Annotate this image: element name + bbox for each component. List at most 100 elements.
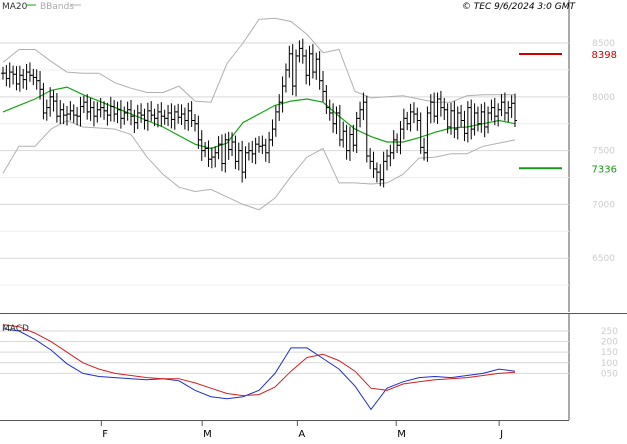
price-bar — [166, 104, 171, 127]
price-bar — [250, 140, 255, 163]
price-bar — [219, 134, 224, 172]
price-gridlines — [0, 42, 569, 286]
x-tick-label: M — [397, 429, 406, 440]
price-bar — [216, 136, 221, 160]
price-bar — [381, 151, 386, 188]
price-bar — [4, 65, 9, 87]
price-bar — [509, 95, 514, 118]
price-bar — [27, 62, 32, 82]
x-axis-labels: FMAMJ — [100, 420, 503, 440]
price-bar — [65, 105, 69, 126]
price-bar — [196, 115, 201, 149]
price-bar — [344, 124, 349, 160]
price-bar — [162, 109, 167, 125]
price-bar — [283, 63, 288, 93]
price-bars-layer — [1, 38, 517, 188]
price-bar — [398, 121, 403, 155]
macd-y-tick-label: 100 — [601, 359, 618, 369]
price-bar — [310, 44, 315, 79]
support-level-label: 7336 — [592, 164, 617, 175]
price-bar — [108, 96, 113, 122]
macd-y-tick-label: 050 — [601, 369, 618, 379]
price-bar — [479, 103, 484, 133]
price-bar — [364, 95, 369, 163]
x-tick-label: F — [102, 429, 108, 440]
macd-gridlines — [0, 330, 569, 374]
resistance-level-label: 8398 — [592, 50, 617, 61]
price-bar — [496, 103, 501, 127]
price-bar — [7, 62, 12, 88]
price-bar — [246, 142, 251, 161]
bbands-lower-line — [2, 119, 516, 211]
price-bar — [442, 97, 447, 121]
legend-bbands: BBands — [40, 2, 74, 12]
macd-y-tick-label: 150 — [601, 348, 618, 358]
price-bar — [489, 99, 494, 121]
price-bar — [223, 133, 228, 173]
price-bar — [189, 101, 194, 127]
price-bar — [240, 140, 245, 183]
price-bar — [243, 146, 248, 179]
price-bar — [118, 100, 123, 129]
price-bar — [472, 103, 477, 136]
price-bar — [371, 151, 376, 178]
y-axis-labels: 8500 8000 7500 7000 6500 250200150100050 — [592, 39, 618, 379]
price-bar — [391, 130, 396, 160]
price-bar — [115, 101, 120, 124]
price-bar — [486, 106, 491, 134]
price-bar — [91, 101, 96, 127]
price-bar — [475, 106, 480, 132]
price-bar — [482, 102, 487, 138]
source-stamp: © TEC 9/6/2024 3:0 GMT — [462, 2, 577, 12]
price-bar — [405, 111, 410, 131]
price-bar — [11, 65, 16, 85]
price-bar — [452, 101, 457, 139]
price-bar — [58, 100, 63, 124]
x-tick-label: J — [499, 429, 503, 440]
price-bar — [169, 103, 174, 129]
price-bar — [81, 95, 86, 113]
price-y-tick-label: 8500 — [592, 39, 615, 49]
price-bar — [213, 146, 218, 168]
macd-line — [2, 328, 516, 411]
price-bar — [304, 49, 309, 85]
macd-lines-layer — [2, 324, 516, 411]
macd-title: MACD — [2, 324, 29, 334]
price-y-tick-label: 7000 — [592, 200, 615, 210]
price-bar — [122, 106, 127, 125]
price-bar — [331, 103, 336, 133]
price-bar — [438, 90, 443, 117]
price-bar — [24, 64, 29, 90]
macd-signal-line — [2, 324, 516, 397]
chart-svg: 8398 7336 8500 8000 7500 7000 6500 25020015010… — [0, 0, 627, 440]
price-bar — [341, 121, 346, 148]
price-bar — [462, 110, 467, 142]
price-bar — [334, 106, 339, 135]
price-bar — [54, 93, 59, 123]
price-bar — [230, 132, 235, 156]
price-bar — [132, 109, 137, 133]
price-bar — [129, 100, 133, 126]
price-bar — [226, 131, 231, 160]
price-bar — [287, 45, 292, 78]
price-bar — [149, 101, 154, 122]
price-bar — [280, 76, 285, 113]
price-bar — [112, 100, 117, 122]
price-bar — [385, 149, 389, 171]
bbands-upper-line — [2, 17, 515, 103]
price-y-tick-label: 8000 — [592, 93, 615, 103]
price-bar — [105, 102, 110, 126]
price-bar — [159, 102, 164, 127]
price-bar — [428, 94, 433, 124]
price-bar — [415, 107, 420, 131]
x-tick-label: A — [298, 429, 305, 440]
price-bar — [78, 96, 83, 127]
price-bar — [203, 142, 208, 158]
price-bar — [139, 103, 144, 123]
price-bar — [314, 52, 319, 80]
price-bar — [297, 40, 302, 63]
price-bar — [85, 94, 90, 120]
price-bar — [71, 104, 76, 123]
price-bar — [422, 137, 427, 161]
price-bar — [449, 102, 453, 135]
